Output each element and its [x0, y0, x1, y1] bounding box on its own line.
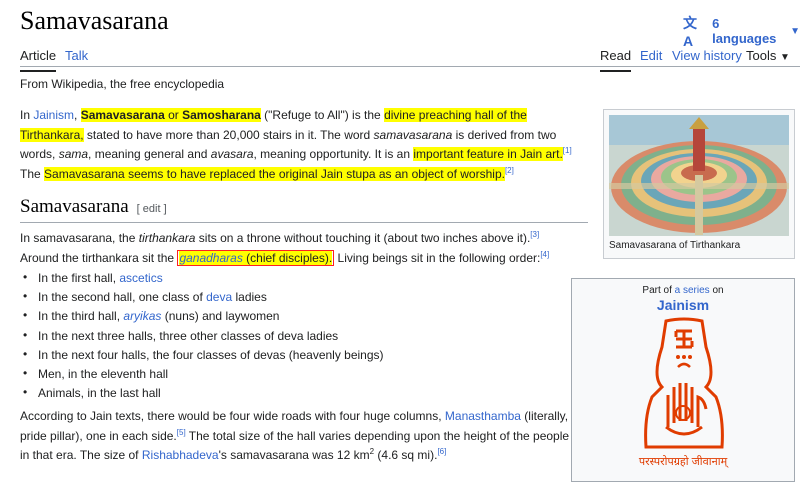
language-button-label: 6 languages	[712, 16, 777, 46]
figure-caption: Samavasarana of Tirthankara	[609, 240, 741, 251]
highlight-jain-art: important feature in Jain art.	[413, 147, 563, 161]
a-series-link[interactable]: a series	[675, 285, 710, 296]
figure-thumbnail[interactable]: Samavasarana of Tirthankara	[603, 109, 795, 259]
translate-icon: 文A	[683, 15, 697, 49]
page-title: Samavasarana	[20, 6, 169, 35]
chevron-down-icon: ▼	[779, 52, 790, 63]
tab-read[interactable]: Read	[600, 48, 632, 72]
infobox-title[interactable]: Jainism	[572, 297, 794, 313]
section-edit-link[interactable]: [ edit ]	[137, 203, 167, 215]
ref-6[interactable]: [6]	[437, 447, 446, 456]
ref-5[interactable]: [5]	[177, 428, 186, 437]
ref-2[interactable]: [2]	[505, 166, 514, 175]
chevron-down-icon: ▼	[790, 25, 800, 37]
jainism-link[interactable]: Jainism	[33, 108, 74, 122]
tagline: From Wikipedia, the free encyclopedia	[20, 77, 225, 91]
list-item: In the third hall, aryikas (nuns) and la…	[20, 308, 384, 328]
intro-paragraph: In Jainism, Samavasarana or Samosharana …	[20, 108, 572, 181]
tabs-divider	[20, 66, 800, 67]
tools-menu[interactable]: Tools ▼	[746, 48, 790, 63]
list-item: Animals, in the last hall	[20, 385, 384, 405]
tab-view-history[interactable]: View history	[672, 48, 742, 63]
list-item: In the next four halls, the four classes…	[20, 347, 384, 367]
aryikas-link[interactable]: aryikas	[123, 309, 161, 323]
infobox-series-line: Part of a series on	[642, 285, 724, 296]
ref-1[interactable]: [1]	[563, 146, 572, 155]
seating-order-list: In the first hall, ascetics In the secon…	[20, 270, 384, 405]
annotated-ganadharas: ganadharas (chief disciples).	[177, 249, 335, 266]
roads-paragraph: According to Jain texts, there would be …	[20, 409, 570, 462]
jain-emblem-icon[interactable]	[636, 317, 732, 451]
infobox-sidebar: Part of a series on Jainism परस्परोपग्रह…	[571, 278, 795, 482]
ganadharas-link[interactable]: ganadharas	[179, 251, 242, 265]
term-samavasarana: Samavasarana	[80, 108, 165, 122]
list-item: Men, in the eleventh hall	[20, 366, 384, 386]
list-item: In the first hall, ascetics	[20, 270, 384, 290]
tools-label: Tools	[746, 48, 777, 63]
emblem-motto: परस्परोपग्रहो जीवानाम्	[638, 456, 728, 468]
list-item: In the second hall, one class of deva la…	[20, 289, 384, 309]
section-divider	[20, 222, 588, 223]
ascetics-link[interactable]: ascetics	[119, 271, 162, 285]
samavasarana-painting[interactable]	[609, 115, 789, 236]
rishabhadeva-link[interactable]: Rishabhadeva	[142, 448, 219, 462]
seating-paragraph: In samavasarana, the tirthankara sits on…	[20, 230, 550, 266]
tab-edit[interactable]: Edit	[640, 48, 662, 63]
language-button[interactable]: 文A 6 languages ▼	[683, 13, 800, 49]
term-samosharana: Samosharana	[182, 108, 261, 122]
tab-talk[interactable]: Talk	[65, 48, 88, 63]
ref-4[interactable]: [4]	[540, 250, 549, 259]
manasthamba-link[interactable]: Manasthamba	[445, 409, 521, 423]
deva-link[interactable]: deva	[206, 290, 232, 304]
list-item: In the next three halls, three other cla…	[20, 328, 384, 348]
ref-3[interactable]: [3]	[530, 230, 539, 239]
section-heading: Samavasarana[ edit ]	[20, 196, 167, 217]
highlight-stupa: Samavasarana seems to have replaced the …	[44, 166, 505, 181]
tab-article[interactable]: Article	[20, 48, 57, 72]
